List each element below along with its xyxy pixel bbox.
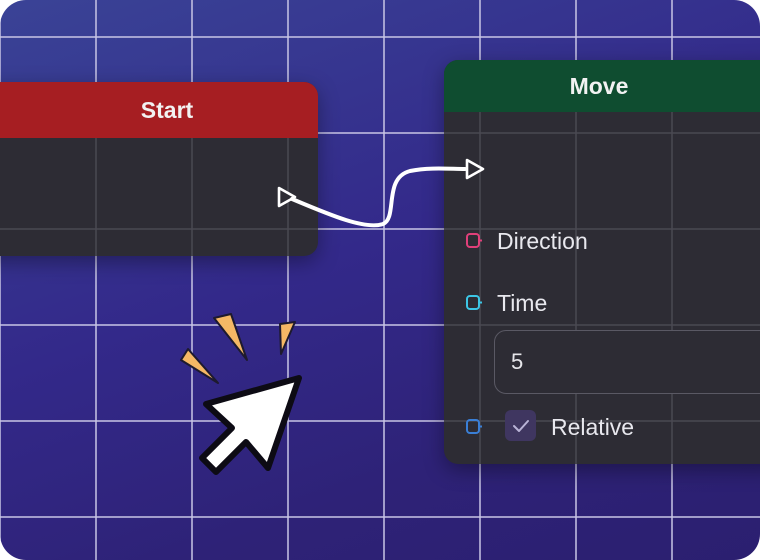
checkmark-icon [512, 419, 529, 432]
move-node[interactable]: Move [444, 60, 760, 464]
move-exec-input-port[interactable] [462, 156, 488, 182]
relative-checkbox[interactable] [505, 410, 536, 441]
relative-label: Relative [551, 414, 635, 440]
start-node-header[interactable]: Start [0, 82, 318, 138]
time-pin-icon[interactable] [466, 295, 482, 311]
direction-pin-icon[interactable] [466, 233, 482, 249]
time-input-value: 5 [511, 349, 524, 374]
relative-pin-icon[interactable] [466, 419, 482, 435]
start-node[interactable]: Start [0, 82, 318, 256]
move-node-header[interactable]: Move [444, 60, 760, 112]
graph-canvas[interactable]: Start Move Direction Time 5 Relative [0, 0, 760, 560]
direction-label: Direction [497, 228, 588, 254]
time-label: Time [497, 290, 548, 316]
move-node-title: Move [569, 72, 629, 99]
start-exec-output-port[interactable] [274, 184, 300, 210]
start-node-title: Start [140, 96, 194, 123]
time-input[interactable]: 5 [494, 330, 760, 394]
